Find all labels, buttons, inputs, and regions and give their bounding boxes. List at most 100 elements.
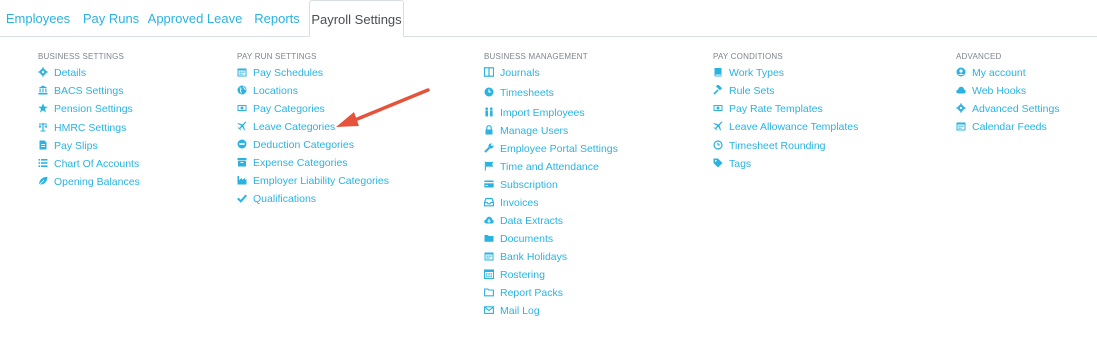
- tab-reports[interactable]: Reports: [244, 0, 310, 36]
- link-invoices[interactable]: Invoices: [484, 195, 539, 211]
- link-pay-slips[interactable]: Pay Slips: [38, 138, 98, 154]
- item-label: Timesheet Rounding: [729, 140, 826, 152]
- item-label: Mail Log: [500, 305, 540, 317]
- user-circle-icon: [956, 67, 966, 77]
- item-label: Pay Schedules: [253, 67, 324, 79]
- archive-icon: [237, 157, 247, 167]
- link-timesheet-rounding[interactable]: Timesheet Rounding: [713, 138, 826, 154]
- link-my-account[interactable]: My account: [956, 65, 1026, 81]
- link-hmrc-settings[interactable]: HMRC Settings: [38, 120, 126, 136]
- link-employer-liability-categories[interactable]: Employer Liability Categories: [237, 173, 389, 189]
- item-label: Work Types: [729, 67, 785, 79]
- globe-icon: [237, 85, 247, 95]
- link-tags[interactable]: Tags: [713, 156, 751, 172]
- link-data-extracts[interactable]: Data Extracts: [484, 213, 563, 229]
- link-report-packs[interactable]: Report Packs: [484, 285, 563, 301]
- link-deduction-categories[interactable]: Deduction Categories: [237, 137, 354, 153]
- flag-icon: [484, 161, 494, 171]
- item-label: HMRC Settings: [54, 122, 127, 134]
- tab-pay-runs[interactable]: Pay Runs: [76, 0, 146, 36]
- link-import-employees[interactable]: Import Employees: [484, 105, 585, 121]
- link-bank-holidays[interactable]: Bank Holidays: [484, 249, 567, 265]
- folder-icon: [484, 233, 494, 243]
- link-bacs-settings[interactable]: BACS Settings: [38, 83, 123, 99]
- wrench-icon: [484, 143, 494, 153]
- item-label: Invoices: [500, 197, 539, 209]
- item-label: Manage Users: [500, 125, 569, 137]
- link-time-and-attendance[interactable]: Time and Attendance: [484, 159, 599, 175]
- link-pay-categories[interactable]: Pay Categories: [237, 101, 325, 117]
- users-icon: [484, 107, 494, 117]
- link-timesheets[interactable]: Timesheets: [484, 85, 554, 101]
- link-pension-settings[interactable]: Pension Settings: [38, 101, 133, 117]
- link-locations[interactable]: Locations: [237, 83, 298, 99]
- industry-icon: [237, 175, 247, 185]
- item-label: Deduction Categories: [253, 139, 354, 151]
- section-heading: BUSINESS SETTINGS: [38, 52, 125, 61]
- item-label: Web Hooks: [972, 85, 1027, 97]
- link-subscription[interactable]: Subscription: [484, 177, 558, 193]
- plane-icon: [237, 121, 247, 131]
- item-label: Leave Categories: [253, 121, 336, 133]
- tab-employees[interactable]: Employees: [0, 0, 76, 36]
- gear-icon: [956, 103, 966, 113]
- link-work-types[interactable]: Work Types: [713, 65, 784, 81]
- item-label: Documents: [500, 233, 554, 245]
- item-label: Subscription: [500, 179, 558, 191]
- link-leave-allowance-templates[interactable]: Leave Allowance Templates: [713, 119, 858, 135]
- link-web-hooks[interactable]: Web Hooks: [956, 83, 1026, 99]
- link-pay-schedules[interactable]: Pay Schedules: [237, 65, 323, 81]
- link-opening-balances[interactable]: Opening Balances: [38, 174, 140, 190]
- folder-open-icon: [484, 287, 494, 297]
- inbox-icon: [484, 197, 494, 207]
- link-rule-sets[interactable]: Rule Sets: [713, 83, 775, 99]
- pay-run-settings-section: PAY RUN SETTINGS Pay Schedules Locations…: [237, 52, 437, 212]
- gavel-icon: [713, 85, 723, 95]
- item-label: Locations: [253, 85, 298, 97]
- file-icon: [38, 140, 48, 150]
- item-label: Details: [54, 67, 87, 79]
- item-label: Employer Liability Categories: [253, 175, 389, 187]
- link-expense-categories[interactable]: Expense Categories: [237, 155, 348, 171]
- item-label: Qualifications: [253, 193, 317, 205]
- annotation-arrow: [336, 88, 430, 127]
- item-label: Employee Portal Settings: [500, 143, 618, 155]
- tab-payroll-settings[interactable]: Payroll Settings: [309, 0, 404, 37]
- link-details[interactable]: Details: [38, 65, 86, 81]
- link-mail-log[interactable]: Mail Log: [484, 303, 540, 319]
- item-label: Pay Rate Templates: [729, 103, 823, 115]
- item-label: My account: [972, 67, 1026, 79]
- link-manage-users[interactable]: Manage Users: [484, 123, 568, 139]
- link-advanced-settings[interactable]: Advanced Settings: [956, 101, 1060, 117]
- item-label: Chart Of Accounts: [54, 158, 140, 170]
- money-icon: [713, 103, 723, 113]
- leaf-icon: [38, 176, 48, 186]
- item-label: Rule Sets: [729, 85, 775, 97]
- link-leave-categories[interactable]: Leave Categories: [237, 119, 335, 135]
- section-heading: PAY RUN SETTINGS: [237, 52, 317, 61]
- cloud-download-icon: [484, 215, 494, 225]
- star-icon: [38, 103, 48, 113]
- tab-approved-leave[interactable]: Approved Leave: [146, 0, 244, 36]
- link-pay-rate-templates[interactable]: Pay Rate Templates: [713, 101, 823, 117]
- item-label: Import Employees: [500, 107, 585, 119]
- section-heading: ADVANCED: [956, 52, 1002, 61]
- link-calendar-feeds[interactable]: Calendar Feeds: [956, 119, 1047, 135]
- link-journals[interactable]: Journals: [484, 65, 540, 81]
- link-qualifications[interactable]: Qualifications: [237, 191, 316, 207]
- section-heading: BUSINESS MANAGEMENT: [484, 52, 588, 61]
- tab-bar: Employees Pay Runs Approved Leave Report…: [0, 0, 1097, 37]
- section-heading: PAY CONDITIONS: [713, 52, 783, 61]
- link-employee-portal-settings[interactable]: Employee Portal Settings: [484, 141, 618, 157]
- link-chart-of-accounts[interactable]: Chart Of Accounts: [38, 156, 139, 172]
- item-label: Pay Slips: [54, 140, 98, 152]
- item-label: Expense Categories: [253, 157, 348, 169]
- calendar-icon: [484, 251, 494, 261]
- item-label: Leave Allowance Templates: [729, 121, 859, 133]
- lock-icon: [484, 125, 494, 135]
- gear-icon: [38, 67, 48, 77]
- link-rostering[interactable]: Rostering: [484, 267, 545, 283]
- minus-circle-icon: [237, 139, 247, 149]
- link-documents[interactable]: Documents: [484, 231, 553, 247]
- clock-outline-icon: [713, 140, 723, 150]
